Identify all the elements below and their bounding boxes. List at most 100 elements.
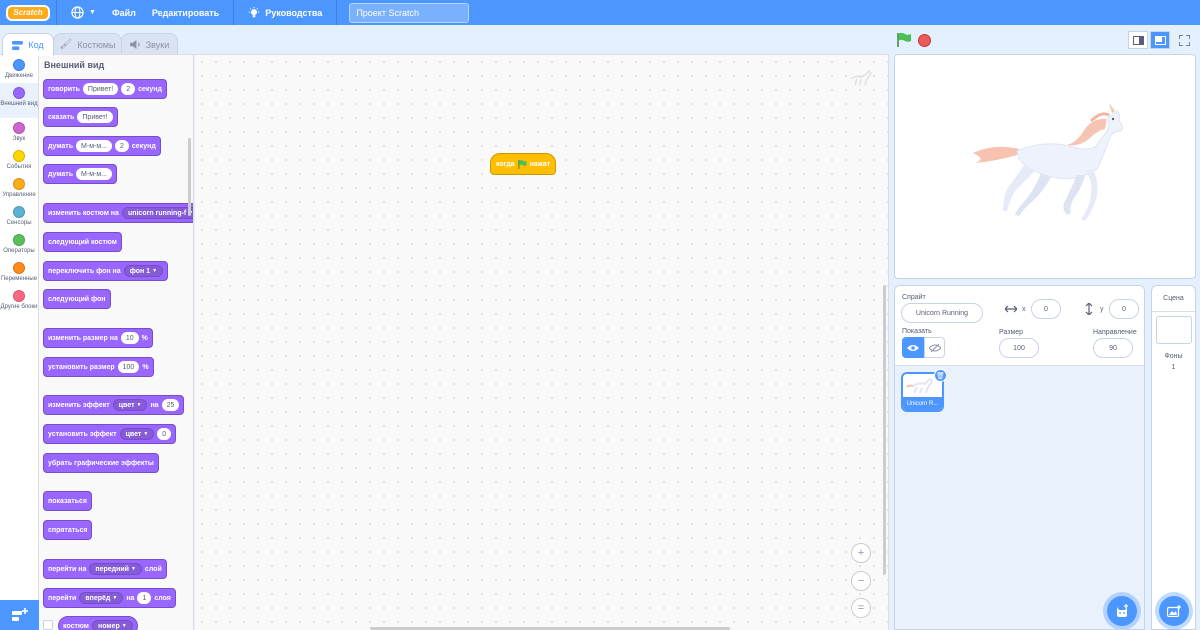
zoom-out-button[interactable]: − [851,571,871,591]
effect-dropdown[interactable]: цвет ▼ [112,399,148,411]
sprite-label: Спрайт [902,294,926,301]
next-backdrop-block[interactable]: следующий фон [43,289,111,309]
switch-backdrop-block[interactable]: переключить фон на фон 1 ▼ [43,261,169,281]
costume-reporter-checkbox[interactable] [43,620,53,630]
dropdown-value: цвет [118,401,135,409]
message-input[interactable]: М-м-м... [76,140,112,152]
costume-dropdown[interactable]: unicorn running-f▼ [121,207,193,219]
menu-bar: Scratch ▼ Файл Редактировать Руководства… [0,0,1200,25]
tab-sounds[interactable]: Звуки [121,33,178,55]
globe-icon [71,6,84,19]
y-input[interactable]: 0 [1109,299,1139,319]
backdrop-dropdown[interactable]: фон 1 ▼ [123,265,164,277]
block-text: слой [144,565,162,573]
file-menu[interactable]: Файл [104,0,144,25]
edit-menu[interactable]: Редактировать [144,0,227,25]
small-stage-button[interactable] [1128,31,1148,49]
palette-scrollbar[interactable] [188,138,191,216]
add-extension-button[interactable] [0,600,39,630]
go-to-layer-block[interactable]: перейти на передний ▼ слой [43,559,167,579]
tab-code[interactable]: Код [2,33,54,56]
workspace-vertical-scrollbar[interactable] [883,285,886,575]
next-costume-block[interactable]: следующий костюм [43,232,122,252]
show-block[interactable]: показаться [43,491,92,511]
set-effect-block[interactable]: установить эффект цвет ▼ 0 [43,424,177,444]
category-sound[interactable]: Звук [0,118,38,146]
sprite-name-input[interactable]: Unicorn Running [901,303,983,323]
switch-costume-block[interactable]: изменить костюм на unicorn running-f▼ [43,203,193,223]
effect-dropdown[interactable]: цвет ▼ [119,428,155,440]
go-layers-block[interactable]: перейти вперёд ▼ на 1 слоя [43,588,176,608]
block-text: сказать [48,113,75,121]
choose-sprite-button[interactable] [1107,596,1137,626]
sensing-color-dot [13,206,25,218]
category-sensing[interactable]: Сенсоры [0,202,38,230]
code-workspace[interactable]: когда нажат + − = [195,54,889,630]
block-text: % [142,363,149,371]
stage-canvas[interactable] [894,54,1196,279]
seconds-input[interactable]: 2 [121,83,136,95]
block-text: слоя [154,594,171,602]
category-motion[interactable]: Движение [0,55,38,83]
category-label: Сенсоры [6,220,32,226]
dropdown-value: фон 1 [129,267,151,275]
tutorials-menu[interactable]: Руководства [240,0,330,25]
normal-stage-button[interactable] [1150,31,1170,49]
category-my-blocks[interactable]: Другие блоки [0,286,38,322]
costume-reporter-block[interactable]: костюм номер ▼ [58,616,138,630]
block-text: говорить [48,85,80,93]
category-events[interactable]: События [0,146,38,174]
sprite-info-panel: Спрайт Unicorn Running x 0 y 0 Показать … [895,286,1144,366]
zoom-in-button[interactable]: + [851,543,871,563]
chevron-down-icon: ▼ [152,268,158,274]
think-block[interactable]: думать М-м-м... [43,164,117,184]
category-looks[interactable]: Внешний вид [0,83,38,118]
say-block[interactable]: сказать Привет! [43,107,118,127]
x-input[interactable]: 0 [1031,299,1061,319]
size-input[interactable]: 10 [120,332,139,344]
size-input[interactable]: 100 [999,338,1039,358]
zoom-reset-button[interactable]: = [851,598,871,618]
size-input[interactable]: 100 [117,361,140,373]
message-input[interactable]: М-м-м... [76,168,112,180]
scratch-logo[interactable]: Scratch [6,4,50,21]
costume-attr-dropdown[interactable]: номер ▼ [91,620,133,630]
category-variables[interactable]: Переменные [0,258,38,286]
message-input[interactable]: Привет! [77,111,113,123]
layer-dropdown[interactable]: передний ▼ [89,563,142,575]
think-for-secs-block[interactable]: думать М-м-м... 2 секунд [43,136,161,156]
choose-backdrop-button[interactable] [1159,596,1189,626]
layers-input[interactable]: 1 [137,592,152,604]
direction-input[interactable]: 90 [1093,338,1133,358]
stage-thumbnail[interactable] [1155,316,1192,344]
category-label: События [6,164,32,170]
seconds-input[interactable]: 2 [115,140,129,152]
unicorn-sprite[interactable] [895,55,1196,279]
show-visible-button[interactable] [902,337,924,358]
zoom-out-icon: − [857,575,865,587]
fullscreen-button[interactable] [1174,31,1194,49]
set-size-block[interactable]: установить размер 100 % [43,357,154,377]
change-size-block[interactable]: изменить размер на 10 % [43,328,153,348]
project-title-input[interactable]: Проект Scratch [349,2,470,23]
effect-value-input[interactable]: 0 [157,428,172,440]
category-operators[interactable]: Операторы [0,230,38,258]
hide-button[interactable] [924,337,945,358]
language-menu[interactable]: ▼ [63,0,104,25]
hide-block[interactable]: спрятаться [43,520,93,540]
category-control[interactable]: Управление [0,174,38,202]
message-input[interactable]: Привет! [82,83,119,95]
block-text: на [150,401,159,409]
delete-sprite-button[interactable]: 🗑 [934,369,947,382]
code-icon [12,40,24,50]
green-flag-button[interactable] [896,32,912,48]
change-effect-block[interactable]: изменить эффект цвет ▼ на 25 [43,395,185,415]
stop-button[interactable] [918,34,931,47]
effect-value-input[interactable]: 25 [161,399,180,411]
when-flag-clicked-block[interactable]: когда нажат [490,153,557,175]
say-for-secs-block[interactable]: говорить Привет! 2 секунд [43,79,167,99]
direction-dropdown[interactable]: вперёд ▼ [79,592,124,604]
tab-costumes[interactable]: 🖌 Костюмы [53,33,122,55]
clear-effects-block[interactable]: убрать графические эффекты [43,453,159,473]
block-text: перейти [48,594,77,602]
